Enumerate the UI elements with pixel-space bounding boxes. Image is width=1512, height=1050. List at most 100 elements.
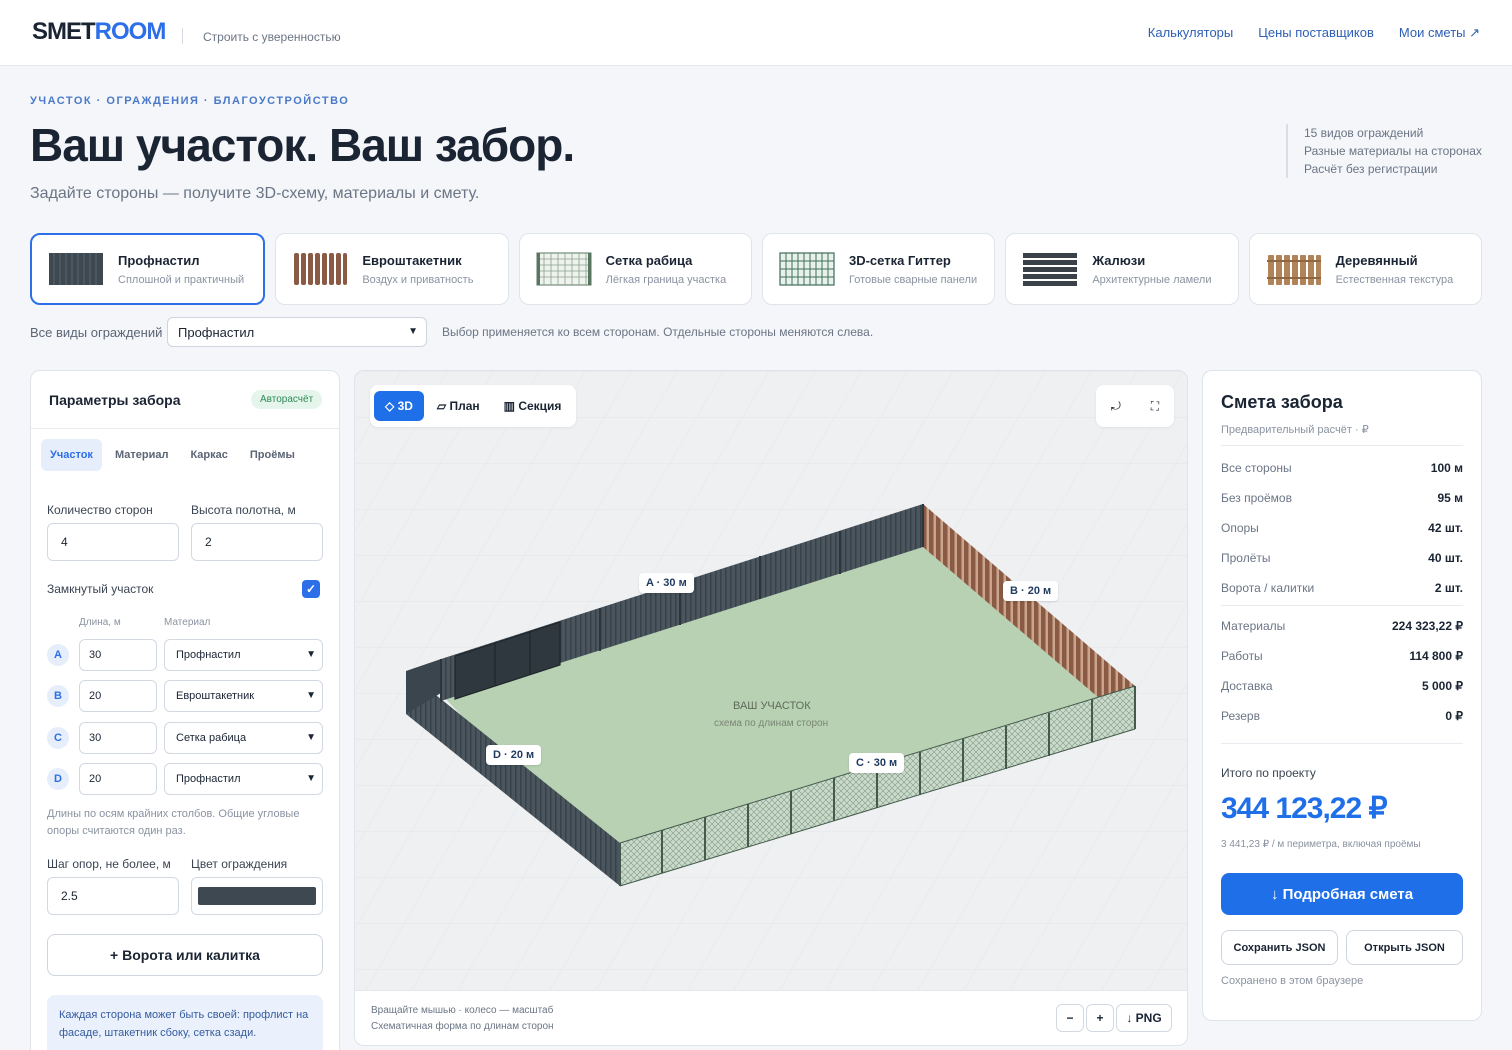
fence-type-name: Жалюзи <box>1092 252 1146 268</box>
side-label-d: D · 20 м <box>486 745 542 765</box>
side-row-b: B 20 Евроштакетник ▼ <box>47 680 323 712</box>
reset-view-icon[interactable]: ⤾ <box>1111 399 1121 414</box>
divider <box>1221 743 1463 744</box>
auto-calc-badge: Авторасчёт <box>251 390 323 409</box>
chevron-down-icon: ▼ <box>306 649 316 660</box>
top-nav: Калькуляторы Цены поставщиков Мои сметы … <box>1148 25 1480 41</box>
sides-note: Длины по осям крайних столбов. Общие угл… <box>47 808 300 837</box>
save-json-button[interactable]: Сохранить JSON <box>1221 930 1338 965</box>
tab-material[interactable]: Материал <box>106 439 178 471</box>
total-value: 344 123,22 ₽ <box>1221 792 1388 825</box>
sides-count-input[interactable]: 4 <box>47 523 179 561</box>
viewer-hint: Вращайте мышью · колесо — масштаб Схемат… <box>371 1005 554 1032</box>
page-subtitle: Задайте стороны — получите 3D-схему, мат… <box>30 185 480 202</box>
viewer-tools: ⤾ ⛶ <box>1096 385 1174 427</box>
side-length-input[interactable]: 20 <box>79 680 157 712</box>
nav-calculators[interactable]: Калькуляторы <box>1148 25 1233 41</box>
tab-plot[interactable]: Участок <box>41 439 102 471</box>
chevron-down-icon: ▼ <box>306 732 316 743</box>
fence-type-desc: Лёгкая граница участка <box>605 273 727 286</box>
chevron-down-icon: ▼ <box>408 326 418 337</box>
params-panel: Параметры забора Авторасчёт Участок Мате… <box>30 370 340 1050</box>
side-length-input[interactable]: 20 <box>79 763 157 795</box>
nav-my-estimates[interactable]: Мои сметы ↗ <box>1399 25 1480 41</box>
all-types-value: Профнастил <box>178 324 255 340</box>
estimate-row: Все стороны 100 м <box>1221 461 1463 475</box>
tagline: Строить с уверенностью <box>203 30 341 44</box>
fence-type-name: Профнастил <box>118 252 200 268</box>
all-types-select[interactable]: Профнастил ▼ <box>167 317 427 347</box>
height-input[interactable]: 2 <box>191 523 323 561</box>
side-badge: D <box>47 768 69 790</box>
nav-supplier-prices[interactable]: Цены поставщиков <box>1258 25 1374 41</box>
height-label: Высота полотна, м <box>191 503 296 517</box>
chainlink-icon <box>536 252 592 286</box>
fence-type-list: Профнастил Сплошной и практичный Евроштак… <box>30 233 1482 305</box>
chevron-down-icon: ▼ <box>306 690 316 701</box>
estimate-title: Смета забора <box>1221 392 1343 412</box>
scene-viewer[interactable]: A · 30 м B · 20 м C · 30 м D · 20 м ВАШ … <box>354 370 1188 1046</box>
post-step-input[interactable]: 2.5 <box>47 877 179 915</box>
fence-type-desc: Естественная текстура <box>1335 273 1454 286</box>
divider <box>182 28 183 44</box>
side-material-select[interactable]: Профнастил ▼ <box>164 763 323 795</box>
side-length-input[interactable]: 30 <box>79 639 157 671</box>
side-material-select[interactable]: Профнастил ▼ <box>164 639 323 671</box>
fence-color-picker[interactable] <box>191 877 323 915</box>
fence-type-card-picket[interactable]: Евроштакетник Воздух и приватность <box>275 233 509 305</box>
zoom-in-button[interactable]: + <box>1086 1004 1114 1032</box>
tab-openings[interactable]: Проёмы <box>241 439 304 471</box>
fence-type-name: Деревянный <box>1335 252 1418 268</box>
fullscreen-icon[interactable]: ⛶ <box>1151 399 1159 414</box>
logo[interactable]: SMETROOM <box>32 18 166 46</box>
fence-type-card-louver[interactable]: Жалюзи Архитектурные ламели <box>1005 233 1239 305</box>
params-title: Параметры забора <box>49 392 181 408</box>
estimate-row: Материалы 224 323,22 ₽ <box>1221 619 1463 633</box>
louver-icon <box>1023 253 1078 286</box>
feature-item: Расчёт без регистрации <box>1304 162 1438 176</box>
side-material-select[interactable]: Сетка рабица ▼ <box>164 722 323 754</box>
side-row-a: A 30 Профнастил ▼ <box>47 639 323 671</box>
estimate-row: Работы 114 800 ₽ <box>1221 649 1463 663</box>
divider <box>1221 445 1463 446</box>
top-bar: SMETROOM Строить с уверенностью Калькуля… <box>0 0 1512 66</box>
estimate-subtitle: Предварительный расчёт · ₽ <box>1221 424 1369 436</box>
all-types-hint: Выбор применяется ко всем сторонам. Отде… <box>442 325 874 339</box>
export-png-button[interactable]: ↓ PNG <box>1116 1004 1172 1032</box>
side-label-c: C · 30 м <box>849 753 905 773</box>
estimate-row: Пролёты 40 шт. <box>1221 551 1463 565</box>
tab-plan[interactable]: ▱ План <box>426 391 491 421</box>
closed-plot-checkbox[interactable]: ✓ <box>302 580 320 598</box>
zoom-out-button[interactable]: − <box>1056 1004 1084 1032</box>
closed-plot-label: Замкнутый участок <box>47 582 154 596</box>
picket-icon <box>294 253 348 285</box>
add-gate-button[interactable]: + Ворота или калитка <box>47 934 323 976</box>
side-badge: A <box>47 644 69 666</box>
params-tabs: Участок Материал Каркас Проёмы <box>41 439 304 471</box>
gitter-icon <box>779 252 835 286</box>
fence-type-card-gitter[interactable]: 3D-сетка Гиттер Готовые сварные панели <box>761 233 996 305</box>
side-badge: C <box>47 727 69 749</box>
side-row-d: D 20 Профнастил ▼ <box>47 763 323 795</box>
fence-type-card-chainlink[interactable]: Сетка рабица Лёгкая граница участка <box>518 233 752 305</box>
fence-3d-scene[interactable] <box>355 371 1188 991</box>
tab-frame[interactable]: Каркас <box>181 439 236 471</box>
estimate-row: Опоры 42 шт. <box>1221 521 1463 535</box>
page-title: Ваш участок. Ваш забор. <box>30 119 575 171</box>
material-column-header: Материал <box>164 617 211 628</box>
fence-type-card-wood[interactable]: Деревянный Естественная текстура <box>1248 233 1482 305</box>
tab-3d[interactable]: ◇ 3D <box>374 391 424 421</box>
length-column-header: Длина, м <box>79 617 121 628</box>
estimate-row: Без проёмов 95 м <box>1221 491 1463 505</box>
side-badge: B <box>47 685 69 707</box>
per-meter-note: 3 441,23 ₽ / м периметра, включая проёмы <box>1221 839 1421 850</box>
fence-type-desc: Архитектурные ламели <box>1092 273 1212 286</box>
open-json-button[interactable]: Открыть JSON <box>1346 930 1463 965</box>
detailed-estimate-button[interactable]: ↓ Подробная смета <box>1221 873 1463 915</box>
tab-section[interactable]: ▥ Секция <box>493 391 573 421</box>
side-length-input[interactable]: 30 <box>79 722 157 754</box>
fence-type-card-profnastil[interactable]: Профнастил Сплошной и практичный <box>30 233 266 305</box>
estimate-panel: Смета забора Предварительный расчёт · ₽ … <box>1202 370 1482 1021</box>
side-material-select[interactable]: Евроштакетник ▼ <box>164 680 323 712</box>
profnastil-icon <box>49 253 103 285</box>
